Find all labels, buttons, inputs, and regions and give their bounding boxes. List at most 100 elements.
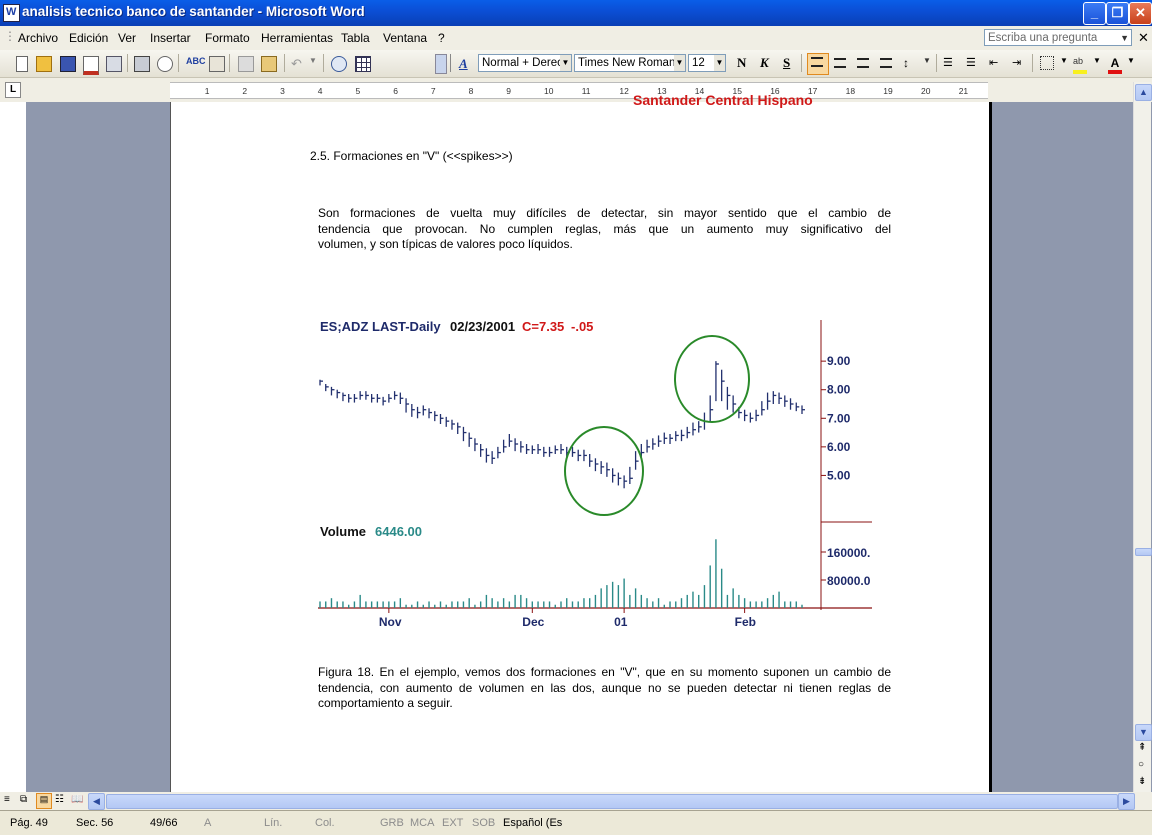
ruler-bar: L 1 2 3 4 5 6 7 8 9 10 11 12 13 14 15 16 17 18 19 20 21 [0, 78, 1152, 102]
ask-question-input[interactable]: Escriba una pregunta ▼ [984, 29, 1132, 46]
line-spacing-dropdown-icon[interactable]: ▼ [923, 56, 937, 70]
open-folder-icon[interactable] [36, 56, 52, 72]
horizontal-scroll-thumb[interactable] [106, 794, 1118, 809]
caption-line: tendencia, con aumento de volumen en las… [318, 680, 891, 695]
justify-icon[interactable] [880, 58, 892, 68]
vertical-scrollbar[interactable]: ▲ ▼ ⇞ ○ ⇟ [1133, 82, 1152, 792]
align-center-icon[interactable] [834, 58, 846, 68]
email-icon[interactable] [106, 56, 122, 72]
align-right-icon[interactable] [857, 58, 869, 68]
minimize-button[interactable]: _ [1083, 2, 1106, 25]
next-page-icon[interactable]: ⇟ [1138, 776, 1146, 787]
toolbar-separator [323, 54, 324, 72]
bullets-icon[interactable]: ☰ [966, 56, 980, 70]
menu-insertar[interactable]: Insertar [150, 31, 191, 45]
scroll-down-icon[interactable]: ▼ [1135, 724, 1152, 741]
ask-question-placeholder: Escriba una pregunta [988, 32, 1098, 44]
font-dropdown-icon[interactable]: ▼ [674, 55, 685, 71]
menu-ventana[interactable]: Ventana [383, 31, 427, 45]
table-icon[interactable] [355, 56, 371, 72]
tab-selector-icon[interactable]: L [5, 82, 21, 98]
menu-help[interactable]: ? [438, 31, 445, 45]
restore-button[interactable]: ❐ [1106, 2, 1129, 25]
menu-tabla[interactable]: Tabla [341, 31, 370, 45]
increase-indent-icon[interactable]: ⇥ [1012, 56, 1026, 70]
x-tick-label: 01 [614, 615, 628, 629]
menu-formato[interactable]: Formato [205, 31, 250, 45]
menu-ver[interactable]: Ver [118, 31, 136, 45]
font-select[interactable]: Times New Roman ▼ [574, 54, 686, 72]
status-column: Col. [315, 817, 335, 829]
word-app-icon[interactable]: W [3, 4, 20, 22]
print-preview-icon[interactable] [157, 56, 173, 72]
status-track-changes[interactable]: MCA [410, 817, 434, 829]
v-formation-circle [564, 426, 644, 516]
bold-button[interactable]: N [737, 55, 746, 71]
document-page[interactable]: Santander Central Hispano 2.5. Formacion… [170, 92, 992, 792]
print-icon[interactable] [134, 56, 150, 72]
font-color-icon[interactable]: A [1108, 56, 1122, 74]
borders-icon[interactable] [1040, 56, 1054, 70]
horizontal-ruler[interactable]: 1 2 3 4 5 6 7 8 9 10 11 12 13 14 15 16 17 18 19 20 21 [170, 82, 988, 99]
style-select[interactable]: Normal + Derec ▼ [478, 54, 572, 72]
status-language: Español (Es [503, 817, 563, 829]
paste-icon[interactable] [261, 56, 277, 72]
ask-dropdown-icon[interactable]: ▼ [1120, 30, 1129, 47]
menu-archivo[interactable]: Archivo [18, 31, 58, 45]
normal-view-icon[interactable]: ≡ [4, 794, 10, 805]
research-icon[interactable] [209, 56, 225, 72]
menu-herramientas[interactable]: Herramientas [261, 31, 333, 45]
scroll-thumb[interactable] [1135, 548, 1152, 556]
window-title: analisis tecnico banco de santander - Mi… [22, 4, 365, 19]
underline-button[interactable]: S [783, 55, 790, 71]
toolbar-options-icon[interactable] [435, 54, 447, 74]
scroll-up-icon[interactable]: ▲ [1135, 84, 1152, 101]
permission-icon[interactable] [83, 56, 99, 75]
highlight-icon[interactable]: ab [1073, 56, 1087, 74]
toolbar: ABC ↶ ▼ A Normal + Derec ▼ Times New Roma… [0, 50, 1152, 78]
undo-dropdown-icon[interactable]: ▼ [309, 56, 323, 70]
ruler-number: 18 [845, 86, 856, 96]
new-document-icon[interactable] [16, 56, 28, 72]
status-overtype[interactable]: SOB [472, 817, 495, 829]
line-spacing-icon[interactable]: ↕ [903, 56, 917, 70]
price-chart: ES;ADZ LAST-Daily 02/23/2001 C=7.35 -.05… [318, 319, 872, 629]
status-record[interactable]: GRB [380, 817, 404, 829]
size-dropdown-icon[interactable]: ▼ [714, 55, 725, 71]
browse-object-icon[interactable]: ○ [1138, 759, 1144, 770]
font-color-dropdown-icon[interactable]: ▼ [1127, 56, 1141, 70]
ruler-number: 10 [544, 86, 554, 96]
copy-icon[interactable] [238, 56, 254, 72]
volume-title: Volume [320, 524, 366, 539]
ruler-number: 7 [430, 86, 436, 96]
caption-line: Figura 18. En el ejemplo, vemos dos form… [318, 665, 891, 679]
numbering-icon[interactable]: ☰ [943, 56, 957, 70]
borders-dropdown-icon[interactable]: ▼ [1060, 56, 1074, 70]
chart-date: 02/23/2001 [450, 319, 515, 334]
web-view-icon[interactable]: ⧉ [20, 794, 27, 805]
decrease-indent-icon[interactable]: ⇤ [989, 56, 1003, 70]
document-close-icon[interactable]: ✕ [1138, 30, 1149, 46]
save-icon[interactable] [60, 56, 76, 72]
scroll-right-icon[interactable]: ▶ [1118, 793, 1135, 810]
title-bar: W analisis tecnico banco de santander - … [0, 0, 1152, 26]
ruler-number: 3 [280, 86, 285, 96]
menu-edicion[interactable]: Edición [69, 31, 108, 45]
print-layout-view-icon[interactable]: ▤ [36, 793, 52, 809]
reading-view-icon[interactable]: 📖 [71, 794, 83, 805]
styles-pane-icon[interactable]: A [459, 56, 473, 71]
status-page: Pág. 49 [10, 817, 48, 829]
undo-icon[interactable]: ↶ [291, 56, 305, 71]
outline-view-icon[interactable]: ☷ [55, 794, 64, 805]
previous-page-icon[interactable]: ⇞ [1138, 742, 1146, 753]
spelling-icon[interactable]: ABC [186, 56, 206, 70]
style-dropdown-icon[interactable]: ▼ [560, 55, 571, 71]
hyperlink-icon[interactable] [331, 56, 347, 72]
highlight-dropdown-icon[interactable]: ▼ [1093, 56, 1107, 70]
close-button[interactable]: ✕ [1129, 2, 1152, 25]
font-size-select[interactable]: 12 ▼ [688, 54, 726, 72]
horizontal-scrollbar[interactable]: ≡ ⧉ ▤ ☷ 📖 ◀ ▶ [0, 792, 1152, 810]
scroll-left-icon[interactable]: ◀ [88, 793, 105, 810]
status-extend[interactable]: EXT [442, 817, 463, 829]
italic-button[interactable]: K [760, 55, 769, 71]
